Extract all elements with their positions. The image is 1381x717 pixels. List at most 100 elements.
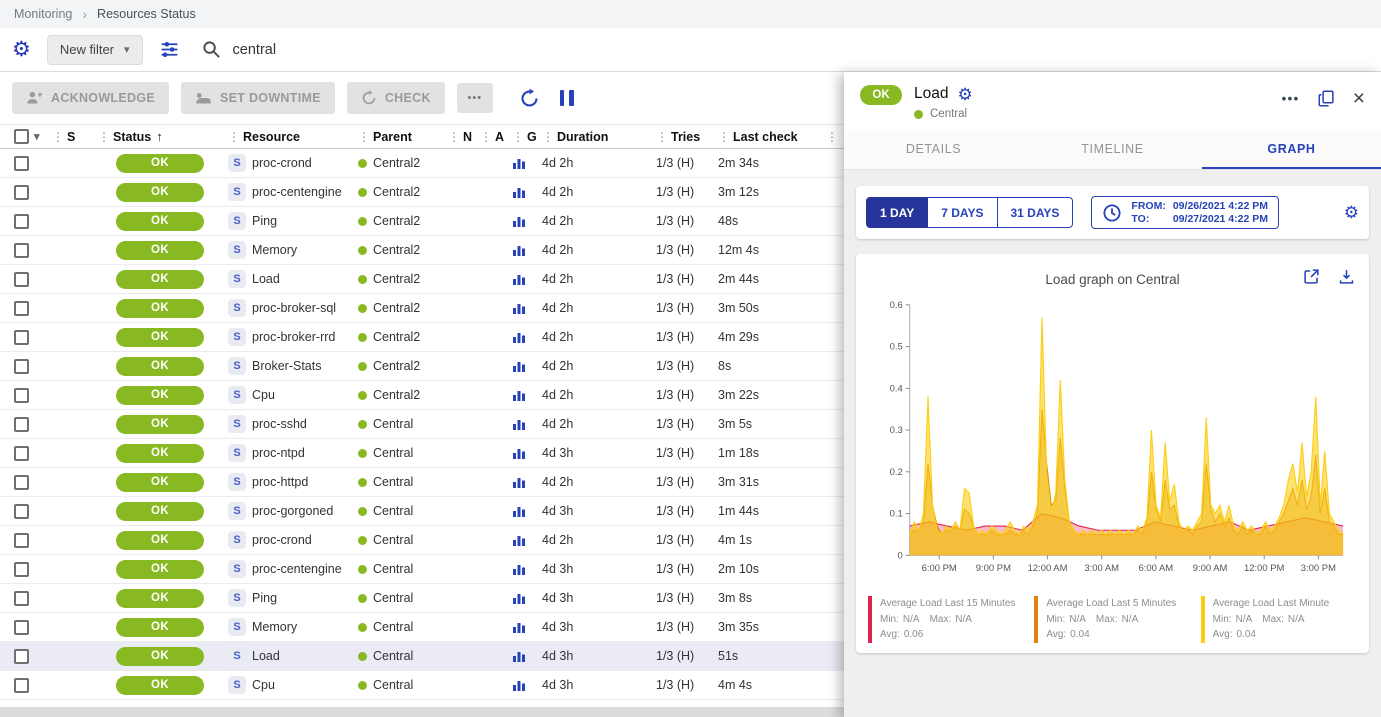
legend-item-load5[interactable]: Average Load Last 5 Minutes Min:N/AMax:N… [1034,596,1190,643]
graph-icon[interactable] [512,214,526,228]
header-select-all[interactable]: ▾ [0,129,46,144]
load-graph-plot[interactable]: 00.10.20.30.40.50.66:00 PM9:00 PM12:00 A… [868,292,1357,590]
graph-settings-gear-icon[interactable]: ⚙ [1344,204,1359,221]
refresh-icon[interactable] [519,88,540,109]
header-last-check[interactable]: ⋮Last check [712,130,820,144]
graph-icon[interactable] [512,359,526,373]
row-checkbox[interactable] [14,417,29,432]
legend-item-load1[interactable]: Average Load Last Minute Min:N/AMax:N/A … [1201,596,1357,643]
graph-icon[interactable] [512,185,526,199]
graph-icon[interactable] [512,475,526,489]
duration-cell: 4d 3h [536,591,650,605]
legend-item-load15[interactable]: Average Load Last 15 Minutes Min:N/AMax:… [868,596,1024,643]
header-tries[interactable]: ⋮Tries [650,130,712,144]
more-actions-button[interactable]: ••• [457,83,493,113]
resource-cell: S Load [222,647,352,665]
row-checkbox[interactable] [14,620,29,635]
row-checkbox[interactable] [14,185,29,200]
status-badge: OK [116,647,204,666]
row-checkbox[interactable] [14,591,29,606]
header-duration[interactable]: ⋮Duration [536,130,650,144]
parent-name: Central2 [373,388,420,402]
duration-cell: 4d 2h [536,156,650,170]
parent-cell: Central [352,562,442,576]
tune-filter-icon[interactable] [159,39,180,60]
status-badge: OK [116,183,204,202]
open-in-new-icon[interactable] [1303,268,1320,285]
row-checkbox[interactable] [14,446,29,461]
download-icon[interactable] [1338,268,1355,285]
row-checkbox[interactable] [14,243,29,258]
pause-icon[interactable] [560,90,574,106]
breadcrumb-monitoring[interactable]: Monitoring [14,7,72,21]
tab-timeline[interactable]: TIMELINE [1023,130,1202,169]
header-parent[interactable]: ⋮Parent [352,130,442,144]
range-1-day-button[interactable]: 1 DAY [866,197,928,228]
set-downtime-button[interactable]: SET DOWNTIME [181,82,335,114]
row-checkbox[interactable] [14,156,29,171]
tries-cell: 1/3 (H) [650,359,712,373]
resource-cell: S proc-centengine [222,560,352,578]
tab-graph[interactable]: GRAPH [1202,130,1381,169]
tab-details[interactable]: DETAILS [844,130,1023,169]
select-dropdown-icon[interactable]: ▾ [34,130,40,143]
row-checkbox[interactable] [14,301,29,316]
graph-icon[interactable] [512,504,526,518]
graph-icon[interactable] [512,272,526,286]
range-7-days-button[interactable]: 7 DAYS [928,197,997,228]
tries-cell: 1/3 (H) [650,475,712,489]
header-notification[interactable]: ⋮N [442,130,474,144]
copy-link-icon[interactable] [1318,90,1335,107]
parent-status-dot-icon [358,217,367,226]
graph-icon[interactable] [512,417,526,431]
row-checkbox[interactable] [14,330,29,345]
parent-name: Central [373,417,413,431]
header-severity[interactable]: ⋮S [46,130,92,144]
date-range-picker[interactable]: FROM: 09/26/2021 4:22 PM TO: 09/27/2021 … [1091,196,1279,229]
graph-icon[interactable] [512,330,526,344]
graph-icon[interactable] [512,446,526,460]
header-status[interactable]: ⋮Status↑ [92,129,222,144]
row-checkbox[interactable] [14,475,29,490]
graph-icon[interactable] [512,591,526,605]
row-checkbox[interactable] [14,388,29,403]
check-button[interactable]: CHECK [347,82,445,114]
row-checkbox[interactable] [14,562,29,577]
acknowledge-button[interactable]: ACKNOWLEDGE [12,82,169,114]
row-checkbox[interactable] [14,533,29,548]
resource-name: Cpu [252,678,275,692]
close-panel-icon[interactable]: × [1353,88,1365,109]
row-checkbox[interactable] [14,272,29,287]
resource-cell: S Broker-Stats [222,357,352,375]
filter-settings-gear-icon[interactable]: ⚙ [12,39,31,60]
graph-icon[interactable] [512,156,526,170]
row-checkbox[interactable] [14,214,29,229]
parent-status-dot-icon [358,478,367,487]
graph-icon[interactable] [512,562,526,576]
row-checkbox[interactable] [14,678,29,693]
select-all-checkbox[interactable] [14,129,29,144]
check-icon [361,90,377,106]
graph-icon[interactable] [512,533,526,547]
resource-settings-gear-icon[interactable]: ⚙ [957,86,972,103]
date-range-values: FROM: 09/26/2021 4:22 PM TO: 09/27/2021 … [1131,200,1268,225]
graph-icon[interactable] [512,620,526,634]
range-31-days-button[interactable]: 31 DAYS [998,197,1074,228]
row-checkbox[interactable] [14,649,29,664]
header-graph[interactable]: ⋮G [506,130,536,144]
tries-cell: 1/3 (H) [650,533,712,547]
breadcrumb-resources-status[interactable]: Resources Status [97,7,196,21]
row-checkbox[interactable] [14,504,29,519]
search-input[interactable] [233,42,573,58]
graph-icon[interactable] [512,388,526,402]
new-filter-dropdown[interactable]: New filter ▾ [47,35,143,65]
panel-more-options-icon[interactable]: ••• [1282,91,1300,106]
row-checkbox[interactable] [14,359,29,374]
graph-icon[interactable] [512,649,526,663]
header-resource[interactable]: ⋮Resource [222,130,352,144]
graph-icon[interactable] [512,301,526,315]
graph-icon[interactable] [512,243,526,257]
header-acknowledged[interactable]: ⋮A [474,130,506,144]
acknowledge-icon [26,90,43,106]
graph-icon[interactable] [512,678,526,692]
